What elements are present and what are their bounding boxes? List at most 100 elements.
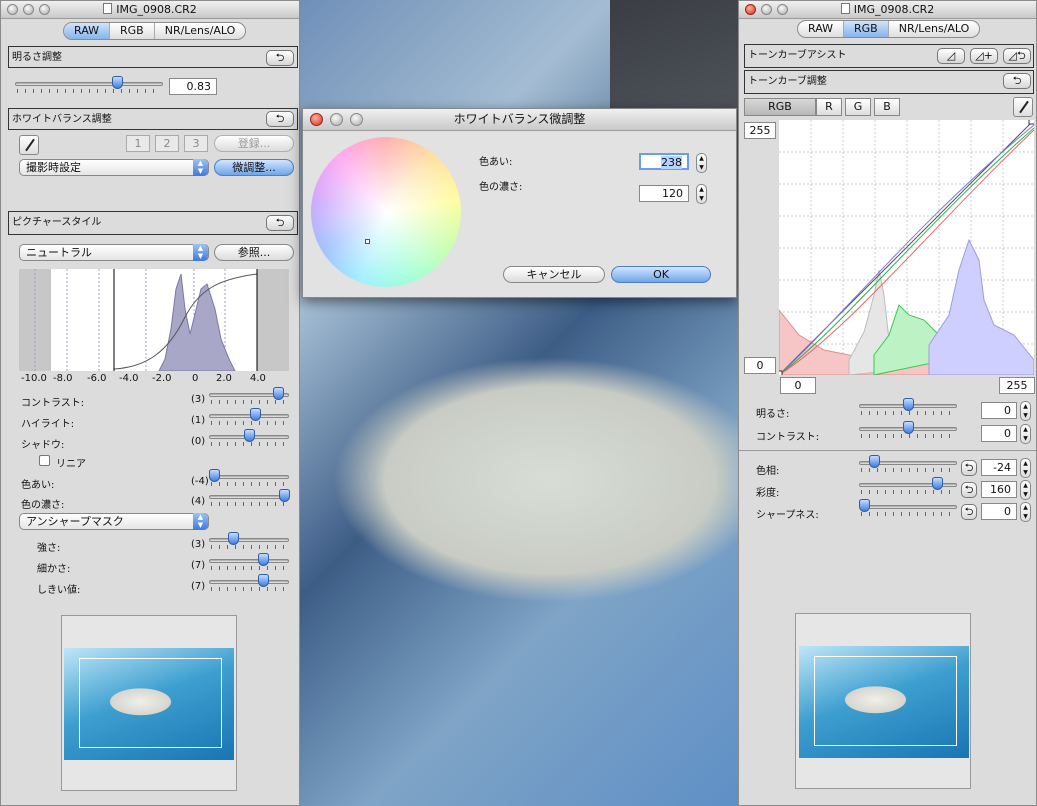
minimize-icon[interactable] <box>761 4 772 15</box>
slider[interactable] <box>209 574 289 591</box>
wb-fine-adjust-button[interactable]: 微調整... <box>214 159 294 176</box>
channel-rgb-tab[interactable]: RGB <box>744 98 816 116</box>
cancel-button[interactable]: キャンセル <box>503 266 605 283</box>
slider[interactable] <box>859 455 957 472</box>
tab-raw[interactable]: RAW <box>64 23 110 39</box>
value-stepper[interactable]: ▲ ▼ <box>1020 424 1031 444</box>
adjust-value-field[interactable]: 0 <box>981 503 1017 520</box>
tone-curve-reset-button[interactable]: ⮌ <box>1003 73 1031 89</box>
slider[interactable] <box>208 469 289 486</box>
brightness-value-field[interactable]: 0.83 <box>169 78 217 95</box>
adjust-value-field[interactable]: 0 <box>981 425 1017 442</box>
adjust-label: コントラスト: <box>756 432 820 443</box>
assist-linear-button[interactable]: ◿ <box>937 48 965 64</box>
tab-nr-lens-alo[interactable]: NR/Lens/ALO <box>155 23 246 39</box>
slider[interactable] <box>858 499 957 516</box>
tab-nr-lens-alo[interactable]: NR/Lens/ALO <box>889 21 980 37</box>
curve-top-value: 255 <box>744 122 776 139</box>
slider-knob[interactable] <box>932 477 944 490</box>
slider[interactable] <box>209 408 289 425</box>
value-stepper[interactable]: ▲ ▼ <box>1020 502 1031 522</box>
saturation-stepper[interactable]: ▲ ▼ <box>696 184 707 204</box>
brightness-reset-button[interactable]: ⮌ <box>266 50 294 66</box>
slider-knob[interactable] <box>868 455 880 468</box>
slider[interactable] <box>859 421 957 438</box>
slider[interactable] <box>209 387 289 404</box>
slider-knob[interactable] <box>250 408 262 421</box>
slider-knob[interactable] <box>272 387 284 400</box>
picture-style-reset-button[interactable]: ⮌ <box>266 215 294 231</box>
wb-preset-3[interactable]: 3 <box>184 135 208 152</box>
adjust-value-field[interactable]: -24 <box>981 459 1017 476</box>
slider-knob[interactable] <box>112 76 124 89</box>
slider[interactable] <box>209 553 289 570</box>
slider[interactable] <box>209 429 289 446</box>
slider-knob[interactable] <box>228 532 239 545</box>
wheel-marker[interactable] <box>365 239 370 244</box>
picture-style-histogram[interactable] <box>19 269 289 371</box>
close-icon[interactable] <box>310 113 323 126</box>
view-frame[interactable] <box>814 656 957 746</box>
wb-reset-button[interactable]: ⮌ <box>266 111 294 127</box>
curve-eyedropper-icon[interactable] <box>1013 97 1033 117</box>
slider-knob[interactable] <box>208 469 220 482</box>
slider-knob[interactable] <box>903 421 914 434</box>
slider-knob[interactable] <box>258 574 270 587</box>
value-stepper[interactable]: ▲ ▼ <box>1020 401 1031 421</box>
tab-rgb[interactable]: RGB <box>844 21 889 37</box>
channel-r-tab[interactable]: R <box>816 98 842 116</box>
tab-rgb[interactable]: RGB <box>110 23 155 39</box>
picture-style-browse-button[interactable]: 参照... <box>214 244 294 261</box>
wb-preset-1[interactable]: 1 <box>126 135 150 152</box>
slider[interactable] <box>209 532 289 549</box>
adjust-value-field[interactable]: 0 <box>981 402 1017 419</box>
zoom-icon[interactable] <box>777 4 788 15</box>
assist-reset-button[interactable]: ◿⮌ <box>1003 48 1031 64</box>
slider-knob[interactable] <box>258 553 270 566</box>
value-stepper[interactable]: ▲ ▼ <box>1020 480 1031 500</box>
adjust-label: 明るさ: <box>756 409 790 420</box>
navigator-thumbnail[interactable] <box>64 648 234 760</box>
slider-knob[interactable] <box>244 429 255 442</box>
slider-knob[interactable] <box>903 398 914 411</box>
picture-style-select[interactable]: ニュートラル ▲ ▼ <box>19 244 209 261</box>
color-wheel[interactable] <box>311 137 461 287</box>
view-frame[interactable] <box>79 658 222 748</box>
navigator-thumbnail[interactable] <box>799 646 969 758</box>
assist-plus-button[interactable]: ◿+ <box>970 48 998 64</box>
channel-g-tab[interactable]: G <box>845 98 871 116</box>
value-stepper[interactable]: ▲ ▼ <box>1020 458 1031 478</box>
unsharp-mask-select[interactable]: アンシャープマスク ▲ ▼ <box>19 513 209 530</box>
hue-label: 色あい: <box>479 157 513 168</box>
close-icon[interactable] <box>7 4 18 15</box>
slider[interactable] <box>859 398 957 415</box>
slider-knob[interactable] <box>279 489 291 502</box>
reset-icon[interactable]: ⮌ <box>961 504 977 520</box>
slider[interactable] <box>209 489 291 506</box>
hue-field[interactable]: 238 <box>639 153 689 170</box>
ok-button[interactable]: OK <box>611 266 711 283</box>
chevron-updown-icon: ▲ ▼ <box>193 244 208 261</box>
slider[interactable] <box>859 477 957 494</box>
wb-register-button[interactable]: 登録... <box>214 135 294 152</box>
slider-knob[interactable] <box>858 499 870 512</box>
zoom-icon[interactable] <box>39 4 50 15</box>
saturation-field[interactable]: 120 <box>639 185 689 202</box>
linear-checkbox[interactable] <box>39 455 50 466</box>
brightness-slider[interactable] <box>15 76 163 93</box>
reset-icon[interactable]: ⮌ <box>961 460 977 476</box>
channel-b-tab[interactable]: B <box>874 98 900 116</box>
tone-curve-graph[interactable] <box>779 120 1034 375</box>
wb-fine-adjust-dialog: ホワイトバランス微調整 色あい: 238 ▲ ▼ 色の濃さ: 120 ▲ ▼ キャン… <box>302 108 737 298</box>
rgb-tool-palette: IMG_0908.CR2 RAW RGB NR/Lens/ALO トーンカーブア… <box>738 0 1037 806</box>
wb-mode-select[interactable]: 撮影時設定 ▲ ▼ <box>19 159 209 176</box>
minimize-icon[interactable] <box>23 4 34 15</box>
dialog-title: ホワイトバランス微調整 <box>453 112 586 126</box>
wb-preset-2[interactable]: 2 <box>155 135 179 152</box>
hue-stepper[interactable]: ▲ ▼ <box>696 153 707 173</box>
reset-icon[interactable]: ⮌ <box>961 482 977 498</box>
adjust-value-field[interactable]: 160 <box>981 481 1017 498</box>
close-icon[interactable] <box>745 4 756 15</box>
wb-eyedropper-icon[interactable] <box>19 135 39 155</box>
tab-raw[interactable]: RAW <box>798 21 844 37</box>
